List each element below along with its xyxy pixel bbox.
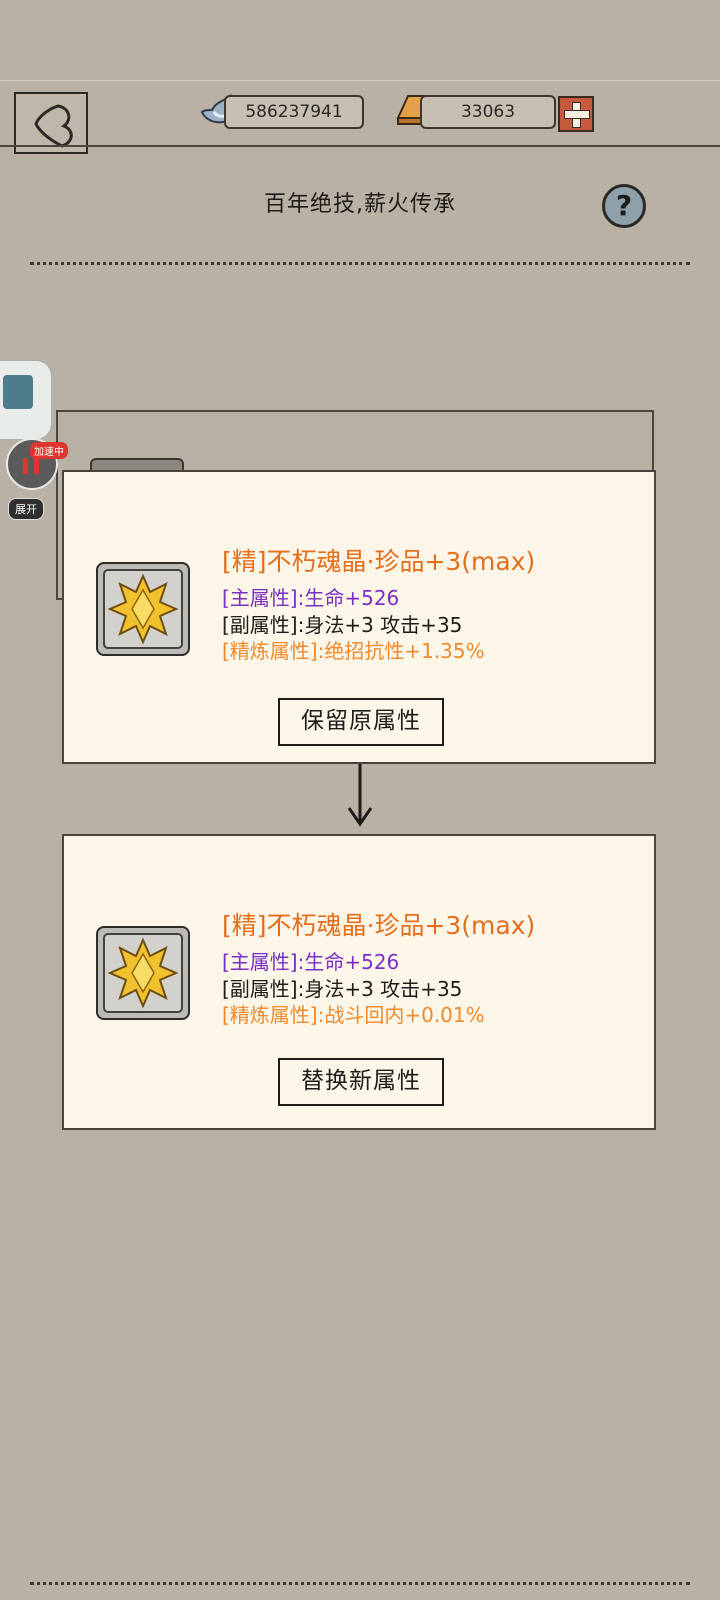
top-dotted-divider — [30, 262, 690, 265]
floating-app-widget[interactable] — [0, 360, 52, 440]
app-logo-icon — [3, 375, 33, 409]
back-arrow-icon — [34, 104, 73, 148]
expand-button[interactable]: 展开 — [8, 498, 44, 520]
boost-status-badge: 加速中 — [30, 442, 68, 459]
help-icon[interactable]: ? — [602, 184, 646, 228]
item-name: [精]不朽魂晶·珍品+3(max) — [222, 911, 536, 940]
soul-crystal-icon — [107, 573, 179, 645]
keep-original-button[interactable]: 保留原属性 — [278, 698, 444, 746]
gold-counter: 33063 — [420, 95, 556, 129]
sub-attribute: [副属性]:身法+3 攻击+35 — [222, 977, 463, 1001]
refine-attribute: [精炼属性]:战斗回内+0.01% — [222, 1003, 485, 1027]
soul-crystal-icon — [107, 937, 179, 1009]
add-gold-button[interactable] — [558, 96, 594, 132]
down-arrow-icon — [347, 764, 373, 827]
main-attribute: [主属性]:生命+526 — [222, 950, 400, 974]
item-slot — [96, 926, 190, 1020]
main-attribute: [主属性]:生命+526 — [222, 586, 400, 610]
replace-new-button[interactable]: 替换新属性 — [278, 1058, 444, 1106]
top-divider — [0, 80, 720, 81]
bottom-dotted-divider — [30, 1582, 690, 1585]
current-attribute-card: [精]不朽魂晶·珍品+3(max) [主属性]:生命+526 [副属性]:身法+… — [62, 470, 656, 764]
new-attribute-card: [精]不朽魂晶·珍品+3(max) [主属性]:生命+526 [副属性]:身法+… — [62, 834, 656, 1130]
item-name: [精]不朽魂晶·珍品+3(max) — [222, 547, 536, 576]
refine-attribute: [精炼属性]:绝招抗性+1.35% — [222, 639, 485, 663]
sub-attribute: [副属性]:身法+3 攻击+35 — [222, 613, 463, 637]
header-divider — [0, 145, 720, 147]
silver-counter: 586237941 — [224, 95, 364, 129]
item-slot — [96, 562, 190, 656]
